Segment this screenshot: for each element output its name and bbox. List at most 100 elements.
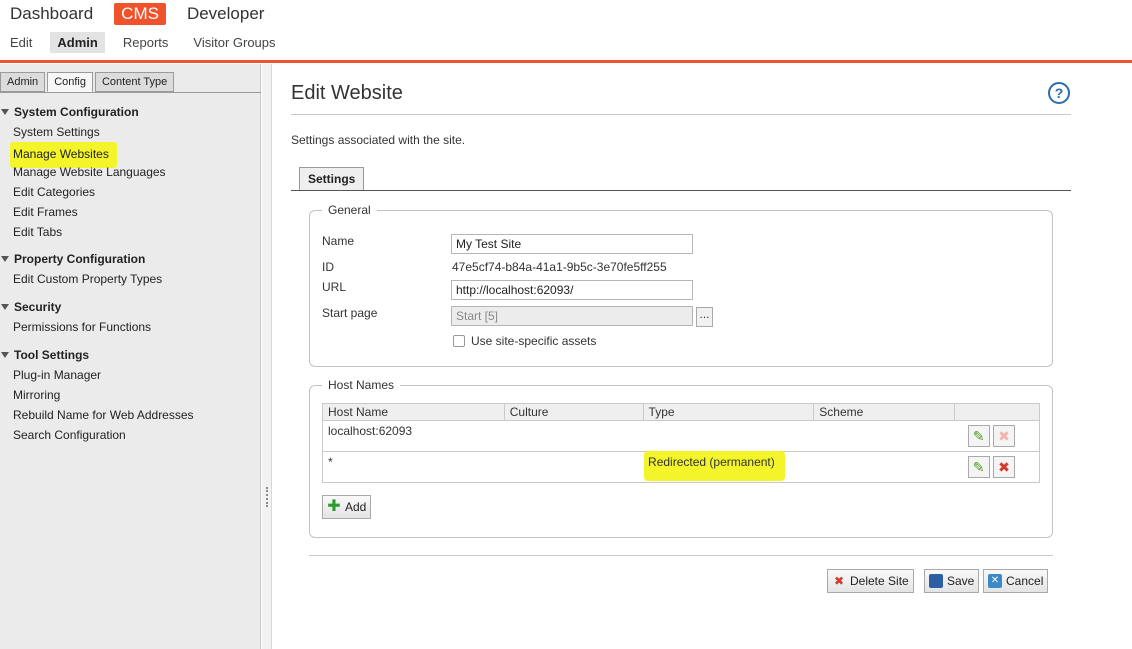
- sidebar-item-rebuild-name[interactable]: Rebuild Name for Web Addresses: [0, 405, 194, 425]
- sidebar-item-mirroring[interactable]: Mirroring: [0, 385, 194, 405]
- host-cell: localhost:62093: [322, 420, 505, 452]
- help-icon[interactable]: ?: [1048, 82, 1070, 104]
- row-actions: ✎ ✖: [954, 420, 1040, 452]
- nav-dashboard[interactable]: Dashboard: [10, 3, 100, 25]
- scheme-cell: [813, 420, 955, 452]
- tabs-divider: [0, 92, 261, 93]
- type-highlight: Redirected (permanent): [644, 451, 785, 481]
- group-title-label: System Configuration: [14, 105, 139, 119]
- id-label: ID: [322, 260, 334, 274]
- sidebar-item-system-settings[interactable]: System Settings: [0, 122, 166, 142]
- column-culture: Culture: [503, 403, 644, 421]
- group-title[interactable]: Tool Settings: [0, 345, 194, 365]
- column-host-name: Host Name: [322, 403, 505, 421]
- table-row: * Redirected (permanent) ✎ ✖: [322, 451, 1040, 483]
- add-label: Add: [345, 500, 367, 514]
- general-legend: General: [328, 203, 371, 217]
- host-names-table: Host Name Culture Type Scheme localhost:…: [322, 403, 1040, 483]
- start-page-label: Start page: [322, 306, 378, 320]
- tab-admin[interactable]: Admin: [0, 72, 46, 92]
- type-cell: [643, 420, 814, 452]
- delete-site-label: Delete Site: [850, 574, 909, 588]
- table-row: localhost:62093 ✎ ✖: [322, 420, 1040, 452]
- drag-handle-icon[interactable]: [266, 487, 268, 507]
- url-label: URL: [322, 280, 347, 294]
- accent-bar: [0, 60, 1132, 63]
- tab-divider: [291, 190, 1071, 191]
- collapse-triangle-icon: [1, 109, 9, 115]
- nav-visitor-groups[interactable]: Visitor Groups: [186, 32, 282, 53]
- browse-start-page-button[interactable]: ...: [696, 307, 713, 327]
- column-scheme: Scheme: [813, 403, 956, 421]
- floppy-disk-icon: [929, 574, 943, 588]
- group-security: Security Permissions for Functions: [0, 297, 151, 337]
- tab-config[interactable]: Config: [47, 72, 93, 92]
- secondary-nav: Edit Admin Reports Visitor Groups: [10, 32, 294, 53]
- sidebar-item-edit-frames[interactable]: Edit Frames: [0, 202, 166, 222]
- nav-cms[interactable]: CMS: [114, 3, 166, 25]
- group-title-label: Security: [14, 300, 62, 314]
- name-field[interactable]: [451, 234, 693, 254]
- tab-content-type[interactable]: Content Type: [94, 72, 175, 92]
- group-title[interactable]: Security: [0, 297, 151, 317]
- culture-cell: [504, 420, 644, 452]
- group-property-configuration: Property Configuration Edit Custom Prope…: [0, 249, 162, 289]
- id-value: 47e5cf74-b84a-41a1-9b5c-3e70fe5ff255: [452, 260, 667, 274]
- group-title[interactable]: System Configuration: [0, 102, 166, 122]
- save-button[interactable]: Save: [924, 569, 980, 593]
- group-tool-settings: Tool Settings Plug-in Manager Mirroring …: [0, 345, 194, 445]
- row-actions: ✎ ✖: [954, 451, 1040, 483]
- main-content: Edit Website ? Settings associated with …: [273, 64, 1132, 649]
- tab-settings[interactable]: Settings: [299, 167, 365, 191]
- group-system-configuration: System Configuration System Settings Man…: [0, 102, 166, 242]
- host-names-legend: Host Names: [328, 378, 395, 392]
- delete-x-icon: ✖: [993, 425, 1015, 447]
- cancel-icon: ✕: [988, 574, 1002, 588]
- start-page-field: [451, 306, 693, 326]
- plus-icon: ✚: [327, 498, 341, 515]
- sidebar: Admin Config Content Type System Configu…: [0, 64, 261, 649]
- top-navigation: Dashboard CMS Developer Edit Admin Repor…: [0, 0, 1132, 62]
- delete-x-icon[interactable]: ✖: [993, 456, 1015, 478]
- sidebar-item-manage-website-languages[interactable]: Manage Website Languages: [0, 162, 166, 182]
- edit-pencil-icon[interactable]: ✎: [967, 456, 990, 478]
- cancel-label: Cancel: [1006, 574, 1044, 588]
- nav-reports[interactable]: Reports: [116, 32, 176, 53]
- site-assets-checkbox[interactable]: [453, 335, 465, 347]
- group-title-label: Tool Settings: [14, 348, 90, 362]
- nav-developer[interactable]: Developer: [180, 3, 272, 25]
- sidebar-item-permissions-for-functions[interactable]: Permissions for Functions: [0, 317, 151, 337]
- add-host-button[interactable]: ✚ Add: [322, 495, 372, 519]
- pane-splitter[interactable]: [262, 64, 272, 649]
- delete-site-button[interactable]: ✖ Delete Site: [827, 569, 914, 593]
- sidebar-tabs: Admin Config Content Type: [0, 72, 176, 92]
- cancel-button[interactable]: ✕ Cancel: [983, 569, 1049, 593]
- save-label: Save: [947, 574, 975, 588]
- column-actions: [954, 403, 1040, 421]
- page-title: Edit Website: [291, 82, 403, 104]
- site-assets-label: Use site-specific assets: [471, 334, 597, 348]
- nav-edit[interactable]: Edit: [10, 32, 39, 53]
- sidebar-item-edit-categories[interactable]: Edit Categories: [0, 182, 166, 202]
- primary-nav: Dashboard CMS Developer: [10, 3, 285, 25]
- url-field[interactable]: [451, 280, 693, 300]
- title-divider: [291, 114, 1071, 115]
- collapse-triangle-icon: [1, 352, 9, 358]
- group-title-label: Property Configuration: [14, 252, 146, 266]
- host-cell: *: [322, 451, 505, 483]
- table-header-row: Host Name Culture Type Scheme: [322, 403, 1040, 421]
- sidebar-item-edit-tabs[interactable]: Edit Tabs: [0, 222, 166, 242]
- actions-divider: [309, 555, 1053, 556]
- nav-admin[interactable]: Admin: [50, 32, 105, 53]
- sidebar-item-plugin-manager[interactable]: Plug-in Manager: [0, 365, 194, 385]
- column-type: Type: [642, 403, 815, 421]
- sidebar-item-manage-websites[interactable]: Manage Websites: [0, 142, 166, 168]
- collapse-triangle-icon: [1, 256, 9, 262]
- sidebar-item-edit-custom-property-types[interactable]: Edit Custom Property Types: [0, 269, 162, 289]
- delete-x-icon: ✖: [833, 574, 845, 588]
- sidebar-item-search-configuration[interactable]: Search Configuration: [0, 425, 194, 445]
- type-cell: Redirected (permanent): [643, 451, 814, 483]
- group-title[interactable]: Property Configuration: [0, 249, 162, 269]
- edit-pencil-icon[interactable]: ✎: [967, 425, 990, 447]
- name-label: Name: [322, 234, 355, 248]
